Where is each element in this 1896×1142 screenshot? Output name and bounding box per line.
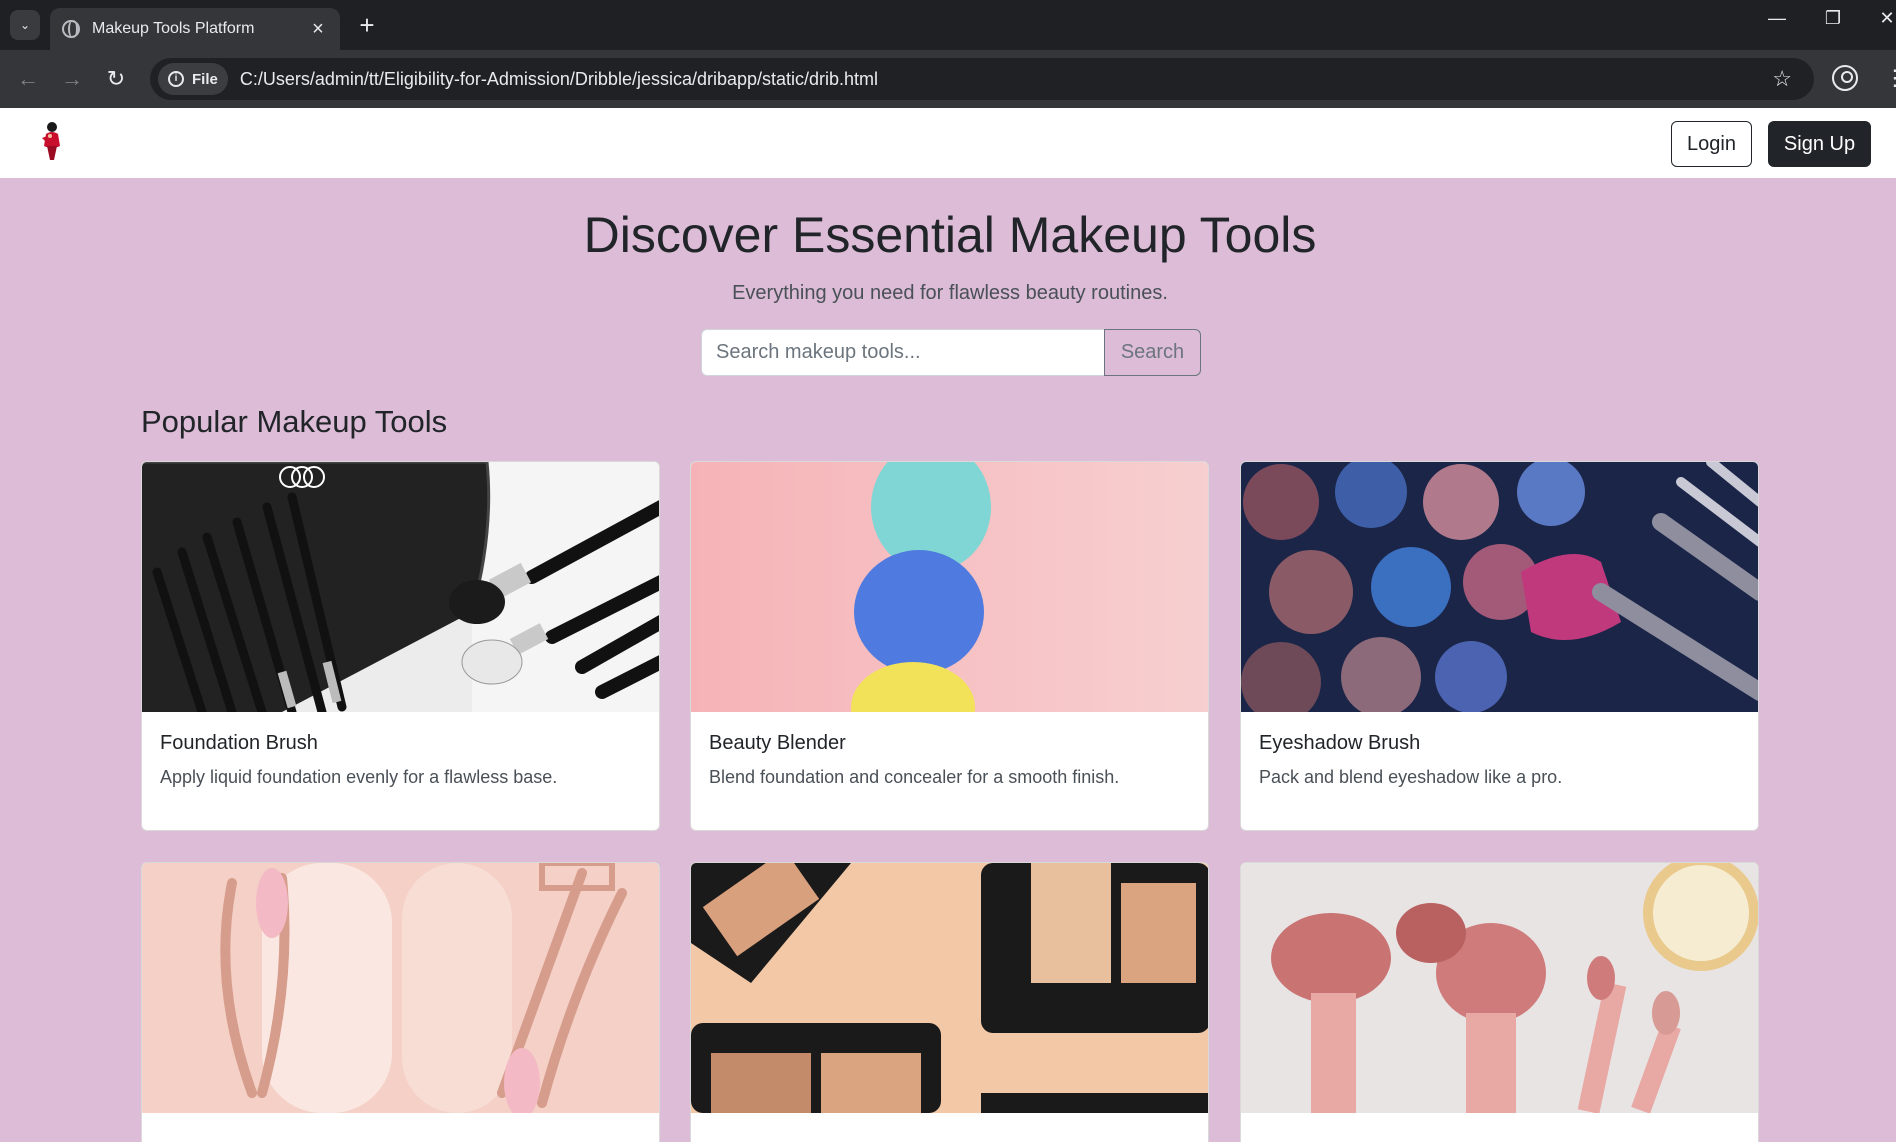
chevron-down-icon: ⌄ — [19, 18, 31, 32]
browser-tab[interactable]: Makeup Tools Platform × — [50, 8, 340, 50]
search-input[interactable] — [701, 329, 1105, 376]
info-icon: i — [168, 71, 184, 87]
close-window-icon[interactable]: ✕ — [1872, 8, 1896, 29]
site-navbar: Login Sign Up — [0, 108, 1896, 178]
card-text: Pack and blend eyeshadow like a pro. — [1259, 767, 1563, 787]
omnibox[interactable]: i File C:/Users/admin/tt/Eligibility-for… — [150, 58, 1814, 100]
eyelash-curler-image — [142, 863, 659, 1113]
card-title: Foundation Brush — [160, 732, 318, 754]
browser-tab-bar: ⌄ Makeup Tools Platform × + — ❐ ✕ — [0, 0, 1896, 50]
tool-card-eyelash-curler[interactable] — [141, 862, 660, 1142]
eyeshadow-brush-image — [1241, 462, 1758, 712]
site-info-chip[interactable]: i File — [158, 63, 228, 95]
reload-icon[interactable]: ↻ — [102, 65, 130, 93]
card-text: Apply liquid foundation evenly for a fla… — [160, 767, 558, 787]
tool-card-beauty-blender[interactable]: Beauty Blender Blend foundation and conc… — [690, 461, 1209, 831]
foundation-brush-image — [142, 462, 659, 712]
search-button[interactable]: Search — [1104, 329, 1201, 376]
card-text: Blend foundation and concealer for a smo… — [709, 767, 1120, 787]
tool-card-foundation-brush[interactable]: Foundation Brush Apply liquid foundation… — [141, 461, 660, 831]
hero-title: Discover Essential Makeup Tools — [583, 207, 1317, 263]
tool-card-eyebrow-kit[interactable] — [690, 862, 1209, 1142]
globe-icon — [62, 20, 80, 38]
tab-search-button[interactable]: ⌄ — [10, 10, 40, 40]
new-tab-button[interactable]: + — [352, 10, 382, 40]
forward-icon[interactable]: → — [58, 65, 86, 93]
eyebrow-kit-image — [691, 863, 1208, 1113]
star-icon[interactable]: ☆ — [1772, 66, 1792, 92]
tool-card-eyeshadow-brush[interactable]: Eyeshadow Brush Pack and blend eyeshadow… — [1240, 461, 1759, 831]
hero-subtitle: Everything you need for flawless beauty … — [732, 282, 1168, 304]
back-icon[interactable]: ← — [14, 65, 42, 93]
browser-address-bar: ← → ↻ i File C:/Users/admin/tt/Eligibili… — [0, 50, 1896, 108]
url-text[interactable]: C:/Users/admin/tt/Eligibility-for-Admiss… — [240, 69, 878, 90]
signup-button[interactable]: Sign Up — [1768, 121, 1871, 167]
card-title: Eyeshadow Brush — [1259, 732, 1421, 754]
section-title: Popular Makeup Tools — [141, 404, 448, 439]
login-button[interactable]: Login — [1671, 121, 1752, 167]
lip-brush-image — [1241, 863, 1758, 1113]
minimize-icon[interactable]: — — [1762, 8, 1792, 29]
close-icon[interactable]: × — [308, 18, 328, 41]
brand-logo[interactable] — [38, 120, 66, 166]
restore-icon[interactable]: ❐ — [1818, 8, 1848, 29]
tool-card-lip-brush[interactable] — [1240, 862, 1759, 1142]
card-title: Beauty Blender — [709, 732, 846, 754]
profile-icon[interactable] — [1832, 65, 1858, 91]
url-chip-label: File — [192, 70, 218, 88]
beauty-blender-image — [691, 462, 1208, 712]
kebab-icon[interactable]: ⋮ — [1884, 64, 1896, 92]
tab-title: Makeup Tools Platform — [92, 20, 255, 37]
